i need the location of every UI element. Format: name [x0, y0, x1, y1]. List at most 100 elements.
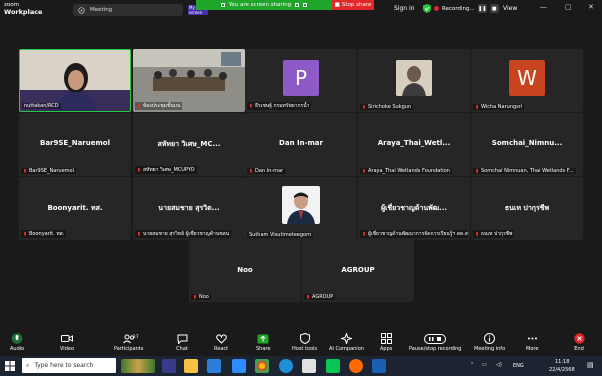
file-explorer-icon[interactable] [184, 359, 198, 373]
taskbar-search-box[interactable]: ⌕ Type here to search [22, 358, 116, 373]
meeting-info-button[interactable]: Meeting info [474, 330, 505, 356]
host-tools-button[interactable]: Host tools [292, 330, 317, 356]
mic-muted-icon [138, 167, 140, 171]
more-button[interactable]: More [526, 330, 538, 356]
pause-recording-icon[interactable]: ❚❚ [477, 4, 487, 13]
search-placeholder: Type here to search [34, 362, 94, 369]
stop-share-button[interactable]: ■ Stop share [332, 0, 374, 10]
participant-name: Wicha Narungsri [481, 104, 523, 110]
tray-chevron-icon[interactable]: ⌃ [470, 362, 474, 368]
video-tile[interactable]: P ธีรเชษฐ์ กรมทรัพยากรน้ำ [245, 49, 357, 112]
sharing-status[interactable]: You are screen sharing [196, 0, 332, 10]
video-tile[interactable]: Araya_Thai_Wetl... Araya_Thai Wetlands F… [358, 113, 470, 176]
participant-name-label: Dan In-mar [247, 168, 286, 174]
view-menu[interactable]: View [503, 5, 517, 12]
video-tile[interactable]: ธนเท ปากุรชีพ ธนเท ปากุรชีพ [471, 177, 583, 240]
task-view-icon[interactable] [162, 359, 176, 373]
stop-recording-icon[interactable]: ■ [489, 4, 499, 13]
video-tile[interactable]: Sirichoke Sukgun [358, 49, 470, 112]
end-label: End [574, 346, 584, 352]
screen-share-banner: You are screen sharing ■ Stop share [196, 0, 374, 10]
video-tile[interactable]: Bar9SE_Naruemol Bar9SE_Naruemol [19, 113, 131, 176]
logo-line2: Workplace [4, 8, 43, 16]
video-tile[interactable]: Boonyarit. ทส. Boonyarit. ทส. [19, 177, 131, 240]
firefox-icon[interactable] [349, 359, 363, 373]
sign-in-link[interactable]: Sign in [394, 5, 414, 12]
video-tile[interactable]: Sutham Visutimeteegorn [245, 177, 357, 240]
apps-label: Apps [380, 346, 393, 352]
windows-start-icon[interactable] [5, 361, 15, 371]
video-tile[interactable]: ห้องประชุมชั้นบน [133, 49, 245, 112]
maximize-icon[interactable]: ▢ [565, 3, 572, 11]
video-tile[interactable]: Dan In-mar Dan In-mar [245, 113, 357, 176]
participant-name-label: ธีรเชษฐ์ กรมทรัพยากรน้ำ [247, 102, 312, 110]
edge-icon[interactable] [279, 359, 293, 373]
encryption-shield-icon[interactable] [423, 4, 431, 13]
participant-display-name: Somchai_Nimnu... [491, 139, 563, 147]
participant-name-label: ธนเท ปากุรชีพ [473, 230, 515, 238]
clock-time[interactable]: 11:18 [555, 359, 569, 365]
avatar [396, 60, 432, 96]
notification-icon[interactable]: ▤ [587, 361, 594, 369]
participant-name-label: AGROUP [304, 294, 336, 300]
minimize-icon[interactable]: — [540, 3, 547, 11]
participant-display-name: ธนเท ปากุรชีพ [504, 204, 550, 212]
video-tile[interactable]: ผู้เชี่ยวชาญด้านพัฒ... ผู้เชี่ยวชาญด้านพ… [358, 177, 470, 240]
speaker-icon[interactable]: ◁) [496, 362, 502, 368]
video-tile[interactable]: สหัทยา วิเศษ_MC... สหัทยา วิเศษ_MCUPYO [133, 113, 245, 176]
news-widget-icon[interactable] [121, 359, 155, 373]
video-tile[interactable]: W Wicha Narungsri [471, 49, 583, 112]
recording-indicator: Recording... ❚❚ ■ [434, 3, 499, 14]
share-button[interactable]: Share [256, 330, 270, 356]
participant-name: Noo [199, 294, 209, 300]
pause-share-icon[interactable] [295, 3, 300, 7]
participants-button[interactable]: 17 Participants [114, 330, 143, 356]
mic-muted-icon [138, 231, 140, 235]
participant-name-label: Bar9SE_Naruemol [21, 168, 76, 174]
video-tile[interactable]: AGROUP AGROUP [302, 240, 414, 302]
ai-companion-label: AI Companion [329, 346, 364, 352]
microphone-icon [11, 333, 23, 344]
network-icon[interactable]: ▭ [482, 362, 487, 368]
participant-name-label: นายสมชาย สุรวิทย์ ผู้เชี่ยวชาญด้านชลน [135, 230, 232, 238]
app-icon[interactable] [302, 359, 316, 373]
pause-recording-button[interactable]: Pause/stop recording [409, 330, 461, 356]
sharing-text: You are screen sharing [228, 2, 292, 8]
zoom-taskbar-icon[interactable] [232, 359, 246, 373]
clock-date[interactable]: 22/4/2568 [549, 367, 575, 373]
video-label: Video [60, 346, 75, 352]
mic-muted-icon [24, 168, 26, 172]
audio-button[interactable]: Audio [10, 330, 24, 356]
video-tile-active-speaker[interactable]: nuttakan/RCD [19, 49, 131, 112]
ai-companion-button[interactable]: AI Companion [329, 330, 364, 356]
chat-label: Chat [176, 346, 188, 352]
language-indicator[interactable]: ENG [513, 363, 524, 369]
participant-name-label: ห้องประชุมชั้นบน [135, 102, 183, 110]
line-icon[interactable] [326, 359, 340, 373]
video-tile[interactable]: Noo Noo [189, 240, 301, 302]
meeting-tab[interactable]: Meeting [73, 4, 183, 16]
share-label: Share [256, 346, 271, 352]
video-button[interactable]: Video [60, 330, 74, 356]
chat-button[interactable]: Chat [176, 330, 188, 356]
more-share-icon[interactable] [303, 3, 308, 7]
apps-button[interactable]: Apps [380, 330, 392, 356]
chrome-icon[interactable] [255, 359, 269, 373]
close-icon[interactable]: ✕ [588, 3, 594, 11]
participant-name-label: nuttakan/RCD [22, 103, 61, 109]
pause-stop-icon [424, 333, 447, 344]
more-label: More [526, 346, 539, 352]
mail-icon[interactable] [207, 359, 221, 373]
video-tile[interactable]: นายสมชาย สุรวิต... นายสมชาย สุรวิทย์ ผู้… [133, 177, 245, 240]
end-call-icon [573, 333, 585, 344]
word-icon[interactable] [372, 359, 386, 373]
participant-name: Boonyarit. ทส. [29, 231, 65, 237]
participant-name: ผู้เชี่ยวชาญด้านพัฒนาการจัดการเรียนรู้ฯ … [368, 231, 468, 237]
react-button[interactable]: React [214, 330, 228, 356]
participant-name: nuttakan/RCD [24, 103, 59, 109]
avatar: P [283, 60, 319, 96]
participant-name-label: Wicha Narungsri [473, 104, 525, 110]
end-button[interactable]: End [573, 330, 585, 356]
video-tile[interactable]: Somchai_Nimnu... Somchai Nimnuan, Thai W… [471, 113, 583, 176]
host-tools-label: Host tools [292, 346, 318, 352]
